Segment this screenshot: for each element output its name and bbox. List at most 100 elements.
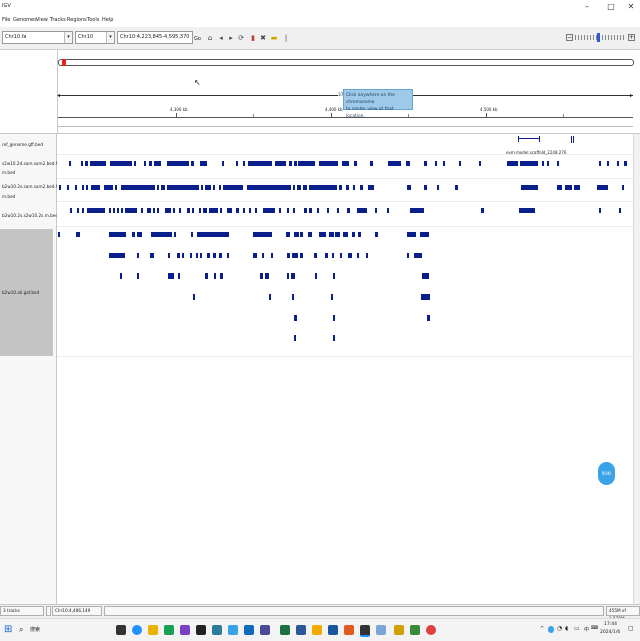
alignment-feature[interactable] (607, 161, 609, 166)
alignment-feature[interactable] (287, 253, 290, 258)
menu-file[interactable]: File (2, 17, 10, 23)
alignment-feature[interactable] (293, 208, 295, 213)
alignment-feature[interactable] (327, 208, 329, 213)
menu-view[interactable]: View (36, 17, 48, 23)
alignment-feature[interactable] (199, 208, 201, 213)
alignment-feature[interactable] (153, 208, 155, 213)
alignment-feature[interactable] (414, 253, 422, 258)
data-panel[interactable]: evm.model.scaffold_2248.276 (57, 134, 633, 604)
clock-date[interactable]: 2024/1/6 (600, 630, 620, 635)
alignment-feature[interactable] (287, 208, 289, 213)
alignment-feature[interactable] (375, 208, 377, 213)
maximize-button[interactable]: □ (604, 1, 618, 12)
alignment-feature[interactable] (388, 161, 401, 166)
alignment-feature[interactable] (253, 253, 257, 258)
alignment-feature[interactable] (219, 185, 221, 190)
alignment-feature[interactable] (191, 161, 194, 166)
chromosome-ideogram[interactable] (58, 59, 634, 66)
menu-tracks[interactable]: Tracks (50, 17, 66, 23)
alignment-feature[interactable] (424, 161, 427, 166)
chromosome-select[interactable]: Chr10 ▾ (75, 31, 115, 44)
clock-time[interactable]: 17:44 (604, 622, 617, 627)
alignment-feature[interactable] (314, 253, 317, 258)
alignment-feature[interactable] (190, 253, 192, 258)
app-icon-teal[interactable] (212, 625, 222, 635)
alignment-feature[interactable] (87, 208, 105, 213)
alignment-feature[interactable] (243, 161, 245, 166)
alignment-feature[interactable] (110, 161, 132, 166)
word-icon[interactable] (296, 625, 306, 635)
refresh-icon[interactable]: ⟳ (237, 34, 245, 42)
alignment-feature[interactable] (137, 273, 139, 279)
alignment-feature[interactable] (86, 185, 88, 190)
alignment-feature[interactable] (427, 315, 430, 321)
alignment-feature[interactable] (121, 185, 155, 190)
alignment-feature[interactable] (109, 208, 111, 213)
alignment-feature[interactable] (125, 208, 137, 213)
alignment-feature[interactable] (291, 273, 295, 279)
zoom-out-icon[interactable]: − (566, 34, 573, 41)
alignment-feature[interactable] (289, 161, 292, 166)
alignment-feature[interactable] (167, 161, 189, 166)
alignment-feature[interactable] (82, 185, 84, 190)
alignment-feature[interactable] (178, 273, 180, 279)
alignment-feature[interactable] (115, 185, 117, 190)
alignment-feature[interactable] (193, 294, 195, 300)
vertical-scrollbar[interactable] (633, 134, 640, 604)
alignment-feature[interactable] (275, 161, 286, 166)
alignment-feature[interactable] (599, 208, 601, 213)
alignment-feature[interactable] (265, 273, 269, 279)
alignment-feature[interactable] (91, 185, 100, 190)
alignment-feature[interactable] (121, 208, 123, 213)
forward-icon[interactable]: ▸ (227, 34, 235, 42)
alignment-feature[interactable] (220, 208, 222, 213)
zoom-in-icon[interactable]: + (628, 34, 635, 41)
alignment-feature[interactable] (343, 232, 348, 237)
alignment-feature[interactable] (174, 232, 176, 237)
alignment-feature[interactable] (297, 185, 301, 190)
alignment-feature[interactable] (82, 208, 84, 213)
alignment-feature[interactable] (214, 273, 216, 279)
file-explorer-icon[interactable] (148, 625, 158, 635)
genome-select[interactable]: Chr10.fa ▾ (2, 31, 73, 44)
alignment-feature[interactable] (141, 208, 143, 213)
alignment-feature[interactable] (191, 232, 193, 237)
home-icon[interactable]: ⌂ (206, 34, 214, 42)
alignment-feature[interactable] (520, 161, 538, 166)
alignment-feature[interactable] (223, 185, 243, 190)
alignment-feature[interactable] (90, 161, 106, 166)
zoom-thumb[interactable] (597, 33, 600, 42)
alignment-feature[interactable] (437, 185, 439, 190)
alignment-feature[interactable] (205, 273, 208, 279)
alignment-feature[interactable] (599, 161, 601, 166)
floating-assistant-button[interactable]: ROKI (598, 462, 615, 485)
alignment-feature[interactable] (319, 232, 326, 237)
alignment-feature[interactable] (300, 232, 303, 237)
app-icon-green[interactable] (164, 625, 174, 635)
alignment-feature[interactable] (109, 253, 125, 258)
alignment-feature[interactable] (81, 161, 83, 166)
alignment-feature[interactable] (574, 185, 580, 190)
alignment-feature[interactable] (187, 208, 190, 213)
gene-line[interactable] (518, 138, 540, 139)
alignment-feature[interactable] (348, 253, 352, 258)
alignment-feature[interactable] (262, 253, 264, 258)
alignment-feature[interactable] (113, 208, 115, 213)
alignment-feature[interactable] (422, 273, 429, 279)
alignment-feature[interactable] (347, 208, 350, 213)
alignment-feature[interactable] (521, 185, 538, 190)
alignment-feature[interactable] (269, 294, 271, 300)
alignment-feature[interactable] (59, 185, 61, 190)
app-icon-purple[interactable] (180, 625, 190, 635)
alignment-feature[interactable] (557, 161, 559, 166)
alignment-feature[interactable] (161, 185, 165, 190)
alignment-feature[interactable] (182, 253, 184, 258)
popup-info-icon[interactable]: ▬ (270, 34, 278, 42)
alignment-feature[interactable] (219, 253, 222, 258)
search-icon[interactable]: ⌕ (19, 625, 23, 635)
alignment-feature[interactable] (132, 232, 135, 237)
gene-exon[interactable] (518, 136, 519, 142)
alignment-feature[interactable] (342, 161, 349, 166)
alignment-feature[interactable] (293, 185, 295, 190)
alignment-feature[interactable] (67, 185, 69, 190)
